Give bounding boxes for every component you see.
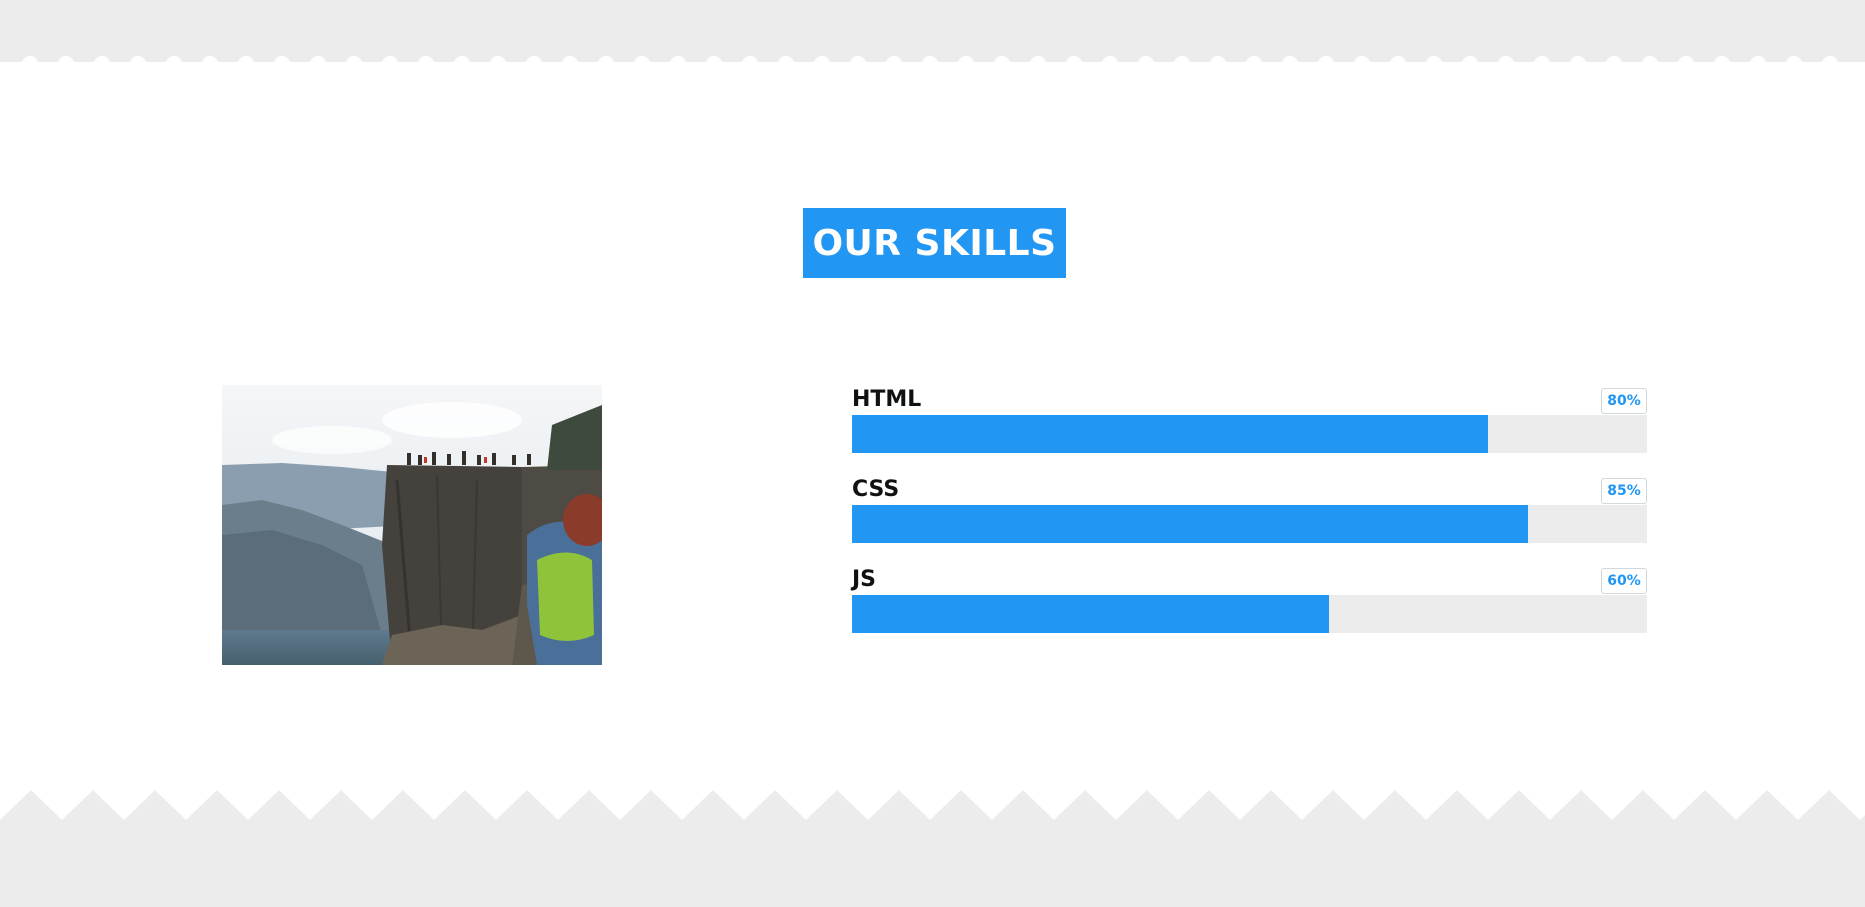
skill-item-css: CSS 85% bbox=[852, 475, 1647, 565]
progress-fill bbox=[852, 505, 1528, 543]
skill-item-js: JS 60% bbox=[852, 565, 1647, 655]
progress-track bbox=[852, 415, 1647, 453]
progress-fill bbox=[852, 595, 1329, 633]
skills-list: HTML 80% CSS 85% JS 60% bbox=[852, 385, 1647, 655]
cliff-photo bbox=[222, 385, 602, 665]
skill-percent-badge: 85% bbox=[1601, 478, 1647, 504]
skill-label: HTML bbox=[852, 387, 922, 412]
progress-fill bbox=[852, 415, 1488, 453]
zigzag-bottom-band bbox=[0, 790, 1865, 907]
section-title: OUR SKILLS bbox=[803, 208, 1066, 278]
scalloped-edge bbox=[22, 56, 1838, 72]
progress-track bbox=[852, 505, 1647, 543]
skill-item-html: HTML 80% bbox=[852, 385, 1647, 475]
skill-percent-badge: 60% bbox=[1601, 568, 1647, 594]
skill-label: JS bbox=[852, 567, 877, 592]
skill-label: CSS bbox=[852, 477, 900, 502]
skill-percent-badge: 80% bbox=[1601, 388, 1647, 414]
progress-track bbox=[852, 595, 1647, 633]
